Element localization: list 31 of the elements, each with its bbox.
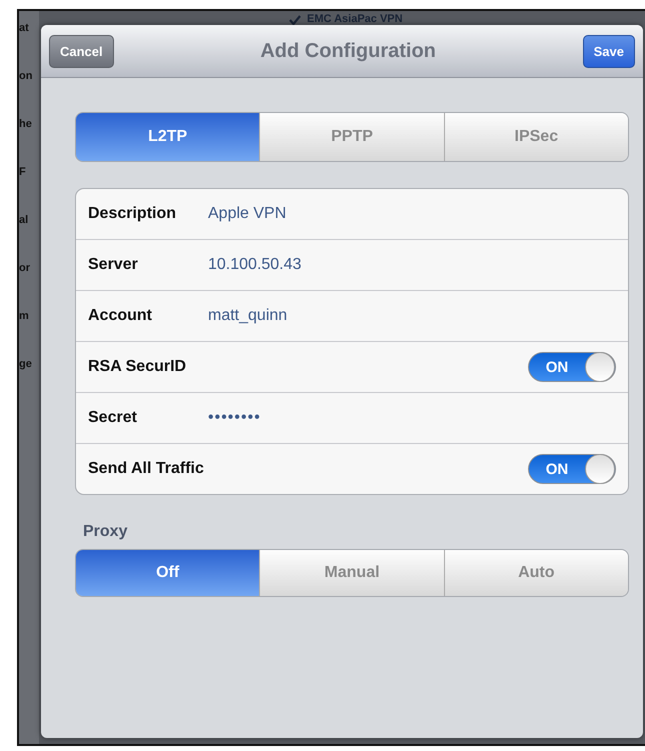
proxy-segment[interactable]: Manual <box>259 550 444 596</box>
password-field[interactable]: •••••••• <box>208 409 261 427</box>
list-label-fragment: he <box>19 117 33 131</box>
list-label-fragment: at <box>19 21 30 35</box>
save-button[interactable]: Save <box>582 34 635 68</box>
field-label: RSA SecurID <box>88 358 188 376</box>
list-label-fragment: al <box>19 213 30 227</box>
field-value[interactable]: matt_quinn <box>208 307 288 325</box>
field-label: Send All Traffic <box>88 460 205 478</box>
field-label: Secret <box>88 409 138 427</box>
proxy-segment[interactable]: Off <box>76 550 260 596</box>
vpn-type-segment[interactable]: IPSec <box>444 113 628 161</box>
dialog-title: Add Configuration <box>260 40 436 62</box>
toggle-switch[interactable]: ON <box>528 352 616 382</box>
vpn-type-segment[interactable]: L2TP <box>76 113 260 161</box>
cancel-button[interactable]: Cancel <box>49 34 114 68</box>
toggle-switch[interactable]: ON <box>528 454 616 484</box>
field-value[interactable]: Apple VPN <box>208 205 286 223</box>
field-label: Description <box>88 205 178 223</box>
proxy-segment[interactable]: Auto <box>444 550 628 596</box>
field-value[interactable]: 10.100.50.43 <box>208 256 302 274</box>
list-label-fragment: or <box>19 261 31 275</box>
vpn-list-item[interactable]: EMC AsiaPac VPN <box>307 13 403 25</box>
list-label-fragment: ge <box>19 357 33 371</box>
list-label-fragment: on <box>19 69 34 83</box>
field-label: Account <box>88 307 153 325</box>
list-label-fragment: F <box>19 165 27 179</box>
list-label-fragment: m <box>19 309 30 323</box>
section-label: Proxy <box>83 523 128 541</box>
field-label: Server <box>88 256 139 274</box>
vpn-type-segment[interactable]: PPTP <box>259 113 444 161</box>
